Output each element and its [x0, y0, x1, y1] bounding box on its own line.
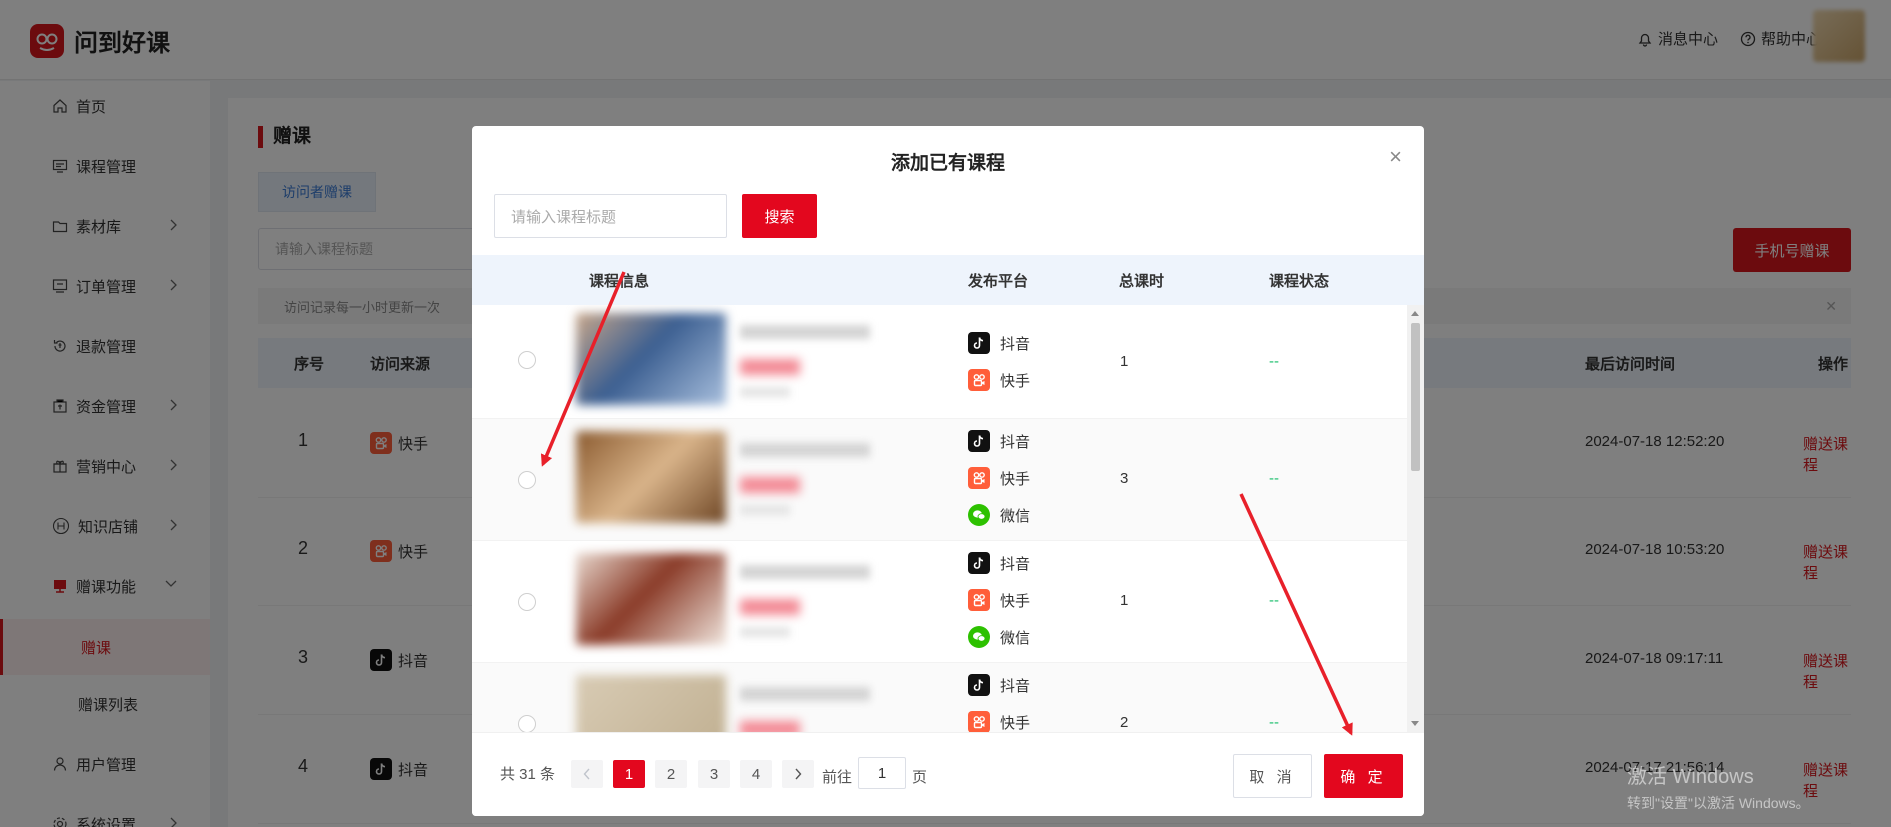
course-price-blurred [740, 477, 800, 493]
column-status: 课程状态 [1269, 273, 1330, 290]
course-meta-blurred [740, 627, 790, 637]
goto-suffix: 页 [912, 768, 928, 786]
course-status: -- [1269, 592, 1279, 609]
course-hours: 1 [1120, 353, 1129, 370]
dialog-search-button[interactable]: 搜索 [742, 194, 817, 238]
course-thumbnail [576, 553, 726, 645]
dialog-footer: 共 31 条 1 2 3 4 前往 1 页 取 消 确 定 [472, 732, 1424, 816]
kuaishou-icon [968, 467, 990, 489]
platform-wechat: 微信 [968, 504, 1030, 526]
course-price-blurred [740, 359, 800, 375]
platform-kuaishou: 快手 [968, 589, 1030, 611]
course-info [576, 553, 870, 653]
course-hours: 2 [1120, 714, 1129, 731]
scroll-up-arrow-icon[interactable] [1411, 311, 1419, 316]
table-row[interactable]: 抖音 快手 微信 1 -- [472, 541, 1407, 663]
course-table-body[interactable]: 抖音 快手 1 -- 抖音 快手 微信 3 -- 抖音 快手 微信 1 -- 抖… [472, 305, 1407, 732]
page-jump-input[interactable]: 1 [858, 757, 907, 789]
wechat-icon [968, 626, 990, 648]
course-hours: 3 [1120, 470, 1129, 487]
platform-douyin: 抖音 [968, 674, 1030, 696]
course-price-blurred [740, 721, 800, 732]
kuaishou-icon [968, 589, 990, 611]
page-button-2[interactable]: 2 [655, 760, 687, 788]
platform-label: 抖音 [1000, 433, 1031, 451]
watermark-line-1: 激活 Windows [1627, 766, 1754, 788]
close-icon[interactable]: × [1389, 144, 1402, 170]
column-hours: 总课时 [1119, 273, 1165, 290]
course-meta-blurred [740, 387, 790, 397]
wechat-icon [968, 504, 990, 526]
page-button-3[interactable]: 3 [698, 760, 730, 788]
course-title-blurred [740, 565, 870, 579]
platform-kuaishou: 快手 [968, 369, 1030, 391]
dialog-search-input[interactable]: 请输入课程标题 [494, 194, 727, 238]
course-hours: 1 [1120, 592, 1129, 609]
course-info [576, 675, 870, 732]
confirm-button[interactable]: 确 定 [1324, 754, 1403, 798]
douyin-icon [968, 332, 990, 354]
platform-label: 快手 [1000, 372, 1031, 390]
page-jump: 前往 1 页 [822, 757, 928, 789]
column-course-info: 课程信息 [589, 273, 650, 290]
total-count: 共 31 条 [500, 766, 556, 783]
platform-label: 抖音 [1000, 555, 1031, 573]
platform-wechat: 微信 [968, 626, 1030, 648]
course-info [576, 431, 870, 531]
table-row[interactable]: 抖音 快手 微信 3 -- [472, 419, 1407, 541]
course-thumbnail [576, 431, 726, 523]
course-thumbnail [576, 675, 726, 732]
platform-label: 微信 [1000, 629, 1031, 647]
table-row[interactable]: 抖音 快手 2 -- [472, 663, 1407, 732]
table-scrollbar[interactable] [1407, 305, 1424, 732]
douyin-icon [968, 674, 990, 696]
course-status: -- [1269, 353, 1279, 370]
watermark-line-2: 转到"设置"以激活 Windows。 [1627, 795, 1810, 811]
platform-douyin: 抖音 [968, 552, 1030, 574]
platform-label: 快手 [1000, 470, 1031, 488]
column-platform: 发布平台 [968, 273, 1029, 290]
course-status: -- [1269, 470, 1279, 487]
kuaishou-icon [968, 369, 990, 391]
goto-prefix: 前往 [822, 768, 853, 786]
platform-douyin: 抖音 [968, 430, 1030, 452]
add-course-dialog: 添加已有课程 × 请输入课程标题 搜索 课程信息 发布平台 总课时 课程状态 抖… [472, 126, 1424, 816]
course-thumbnail [576, 313, 726, 405]
dialog-title: 添加已有课程 [890, 153, 1005, 174]
course-info [576, 313, 870, 413]
scroll-down-arrow-icon[interactable] [1411, 721, 1419, 726]
cancel-button[interactable]: 取 消 [1233, 754, 1312, 798]
page-button-1[interactable]: 1 [613, 760, 645, 788]
platform-label: 快手 [1000, 592, 1031, 610]
row-select-radio[interactable] [518, 471, 536, 489]
kuaishou-icon [968, 711, 990, 732]
course-title-blurred [740, 325, 870, 339]
prev-page-button[interactable] [571, 760, 603, 788]
course-table-header: 课程信息 发布平台 总课时 课程状态 [472, 255, 1424, 305]
windows-activation-watermark: 激活 Windows 转到"设置"以激活 Windows。 [1627, 760, 1810, 813]
course-status: -- [1269, 714, 1279, 731]
chevron-right-icon [795, 768, 802, 780]
douyin-icon [968, 430, 990, 452]
course-title-blurred [740, 443, 870, 457]
next-page-button[interactable] [782, 760, 814, 788]
table-row[interactable]: 抖音 快手 1 -- [472, 305, 1407, 419]
row-select-radio[interactable] [518, 715, 536, 732]
row-select-radio[interactable] [518, 593, 536, 611]
scrollbar-thumb[interactable] [1411, 323, 1420, 471]
platform-label: 抖音 [1000, 335, 1031, 353]
platform-label: 快手 [1000, 714, 1031, 732]
course-meta-blurred [740, 505, 790, 515]
platform-kuaishou: 快手 [968, 711, 1030, 732]
platform-douyin: 抖音 [968, 332, 1030, 354]
row-select-radio[interactable] [518, 351, 536, 369]
platform-label: 微信 [1000, 507, 1031, 525]
platform-kuaishou: 快手 [968, 467, 1030, 489]
platform-label: 抖音 [1000, 677, 1031, 695]
page-button-4[interactable]: 4 [740, 760, 772, 788]
course-title-blurred [740, 687, 870, 701]
douyin-icon [968, 552, 990, 574]
course-price-blurred [740, 599, 800, 615]
chevron-left-icon [583, 768, 590, 780]
